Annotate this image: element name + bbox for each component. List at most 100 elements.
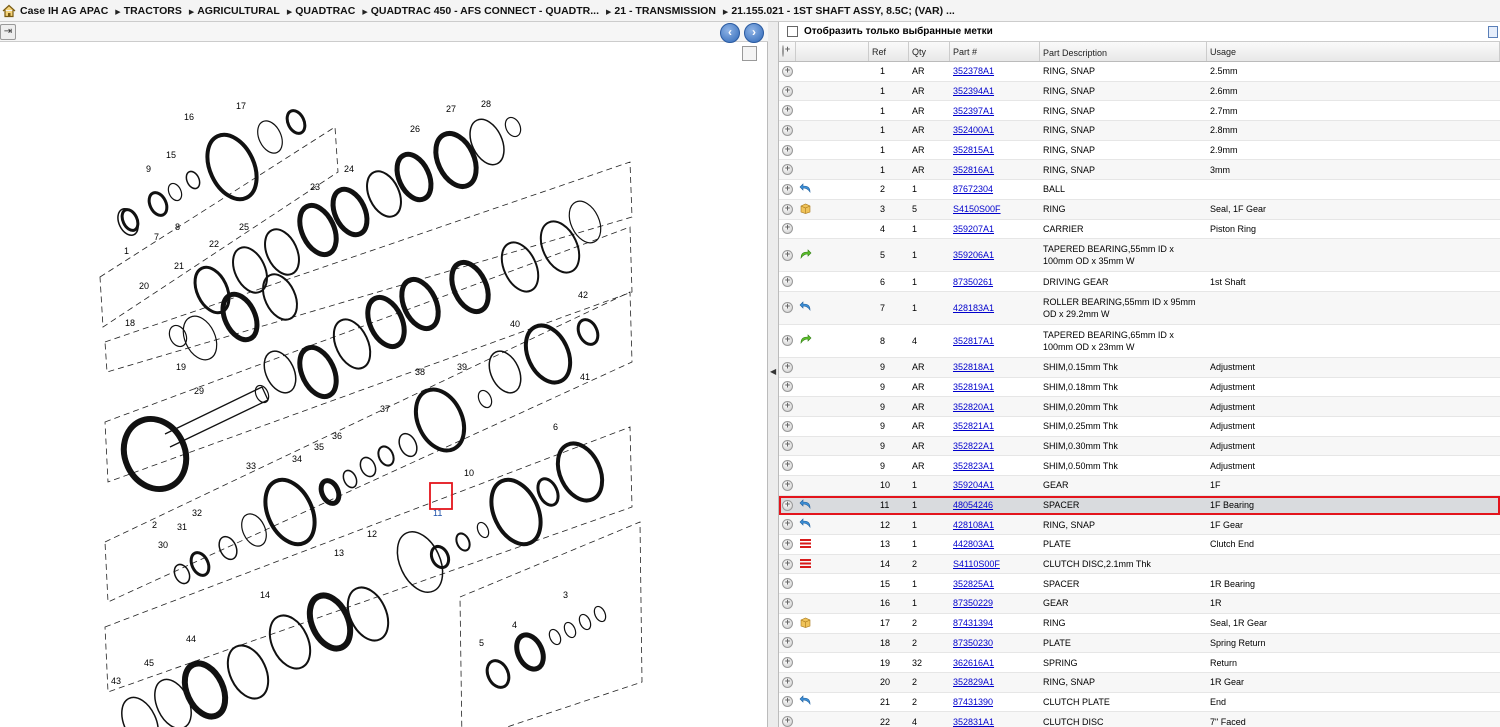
- breadcrumb-item[interactable]: QUADTRAC: [295, 5, 355, 17]
- ring-part[interactable]: [253, 117, 287, 157]
- ring-part[interactable]: [476, 388, 494, 409]
- add-icon[interactable]: [782, 636, 793, 649]
- ring-part[interactable]: [396, 431, 421, 460]
- bearing-part[interactable]: [483, 657, 513, 691]
- table-row[interactable]: 7 1 428183A1 ROLLER BEARING,55mm ID x 95mm …: [779, 291, 1500, 325]
- add-icon[interactable]: [782, 459, 793, 472]
- callout-7[interactable]: 7: [154, 232, 159, 242]
- callout-6[interactable]: 6: [553, 422, 558, 432]
- add-to-cart-button[interactable]: [779, 180, 796, 199]
- callout-29[interactable]: 29: [194, 386, 204, 396]
- carrier-part[interactable]: [293, 342, 344, 403]
- callout-24[interactable]: 24: [344, 164, 354, 174]
- table-row[interactable]: 15 1 352825A1 SPACER 1R Bearing: [779, 574, 1500, 595]
- part-number-link[interactable]: 352821A1: [953, 421, 994, 431]
- breadcrumb-item[interactable]: 21 - TRANSMISSION: [614, 5, 716, 17]
- part-number-link[interactable]: 352822A1: [953, 441, 994, 451]
- export-icon[interactable]: ⇥: [0, 24, 16, 40]
- previous-diagram-button[interactable]: ‹: [720, 23, 740, 43]
- part-number-link[interactable]: 359206A1: [953, 250, 994, 260]
- exploded-parts-diagram[interactable]: 1234567891011121314151617181920212223242…: [0, 42, 768, 727]
- add-to-cart-button[interactable]: [779, 62, 796, 81]
- add-icon[interactable]: [782, 222, 793, 235]
- gear-part[interactable]: [198, 127, 267, 207]
- table-row[interactable]: 4 1 359207A1 CARRIER Piston Ring: [779, 220, 1500, 240]
- clutch-disc-part[interactable]: [495, 237, 546, 298]
- callout-9[interactable]: 9: [146, 164, 151, 174]
- part-number-link[interactable]: 352378A1: [953, 66, 994, 76]
- table-row[interactable]: 1 AR 352394A1 RING, SNAP 2.6mm: [779, 81, 1500, 102]
- add-to-cart-button[interactable]: [779, 239, 796, 271]
- clutch-disc-thick-part[interactable]: [177, 657, 233, 723]
- add-icon[interactable]: [782, 163, 793, 176]
- callout-26[interactable]: 26: [410, 124, 420, 134]
- callout-8[interactable]: 8: [175, 222, 180, 232]
- callout-4[interactable]: 4: [512, 620, 517, 630]
- bearing-part[interactable]: [284, 108, 309, 137]
- column-header-description[interactable]: Part Description: [1040, 42, 1207, 61]
- clutch-plate-part[interactable]: [188, 262, 235, 318]
- add-to-cart-button[interactable]: [779, 456, 796, 475]
- add-icon[interactable]: [782, 104, 793, 117]
- part-number-link[interactable]: 352819A1: [953, 382, 994, 392]
- add-to-cart-button[interactable]: [779, 476, 796, 495]
- callout-18[interactable]: 18: [125, 318, 135, 328]
- clutch-plate-part[interactable]: [445, 257, 496, 318]
- clutch-plate-part[interactable]: [216, 289, 263, 345]
- add-all-icon[interactable]: [782, 45, 784, 57]
- snap-ring-part[interactable]: [388, 525, 451, 600]
- snap-ring-part[interactable]: [463, 114, 510, 170]
- show-selected-checkbox[interactable]: [787, 26, 798, 37]
- table-row[interactable]: 18 2 87350230 PLATE Spring Return: [779, 633, 1500, 654]
- add-icon[interactable]: [782, 249, 793, 261]
- add-icon[interactable]: [782, 400, 793, 413]
- clutch-disc-part[interactable]: [533, 215, 587, 278]
- callout-44[interactable]: 44: [186, 634, 196, 644]
- callout-34[interactable]: 34: [292, 454, 302, 464]
- part-number-link[interactable]: 352817A1: [953, 336, 994, 346]
- add-to-cart-button[interactable]: [779, 325, 796, 357]
- add-icon[interactable]: [782, 275, 793, 288]
- callout-21[interactable]: 21: [174, 261, 184, 271]
- ring-part[interactable]: [547, 628, 563, 647]
- callout-10[interactable]: 10: [464, 468, 474, 478]
- add-to-cart-button[interactable]: [779, 82, 796, 101]
- add-icon[interactable]: [782, 715, 793, 727]
- callout-36[interactable]: 36: [332, 431, 342, 441]
- shim-part[interactable]: [475, 521, 491, 540]
- add-icon[interactable]: [782, 124, 793, 136]
- table-row[interactable]: 1 AR 352378A1 RING, SNAP 2.5mm: [779, 62, 1500, 82]
- add-icon[interactable]: [782, 361, 793, 373]
- add-icon[interactable]: [782, 499, 793, 511]
- breadcrumb-item[interactable]: QUADTRAC 450 - AFS CONNECT - QUADTR...: [371, 5, 599, 17]
- add-to-cart-button[interactable]: [779, 292, 796, 324]
- callout-38[interactable]: 38: [415, 367, 425, 377]
- spring-part[interactable]: [512, 631, 549, 674]
- add-to-cart-button[interactable]: [779, 417, 796, 436]
- callout-1[interactable]: 1: [124, 246, 129, 256]
- add-to-cart-button[interactable]: [779, 535, 796, 554]
- snap-ring-part[interactable]: [483, 346, 527, 398]
- callout-40[interactable]: 40: [510, 319, 520, 329]
- part-number-link[interactable]: 352820A1: [953, 402, 994, 412]
- ring-part[interactable]: [216, 534, 241, 563]
- table-row[interactable]: 9 AR 352822A1 SHIM,0.30mm Thk Adjustment: [779, 436, 1500, 457]
- add-icon[interactable]: [782, 420, 793, 432]
- add-icon[interactable]: [782, 558, 793, 570]
- table-row[interactable]: 13 1 442803A1 PLATE Clutch End: [779, 535, 1500, 555]
- add-to-cart-button[interactable]: [779, 555, 796, 574]
- callout-33[interactable]: 33: [246, 461, 256, 471]
- add-to-cart-button[interactable]: [779, 358, 796, 377]
- spacer-part[interactable]: [188, 550, 213, 579]
- callout-39[interactable]: 39: [457, 362, 467, 372]
- collapse-arrow-icon[interactable]: ◀: [770, 367, 776, 376]
- add-to-cart-button[interactable]: [779, 712, 796, 727]
- callout-2[interactable]: 2: [152, 520, 157, 530]
- snap-ring-part[interactable]: [258, 346, 302, 398]
- ring-part[interactable]: [592, 605, 608, 624]
- add-icon[interactable]: [782, 334, 793, 347]
- table-row[interactable]: 5 1 359206A1 TAPERED BEARING,55mm ID x 100m…: [779, 239, 1500, 273]
- add-to-cart-button[interactable]: [779, 653, 796, 672]
- callout-16[interactable]: 16: [184, 112, 194, 122]
- add-icon[interactable]: [782, 203, 793, 215]
